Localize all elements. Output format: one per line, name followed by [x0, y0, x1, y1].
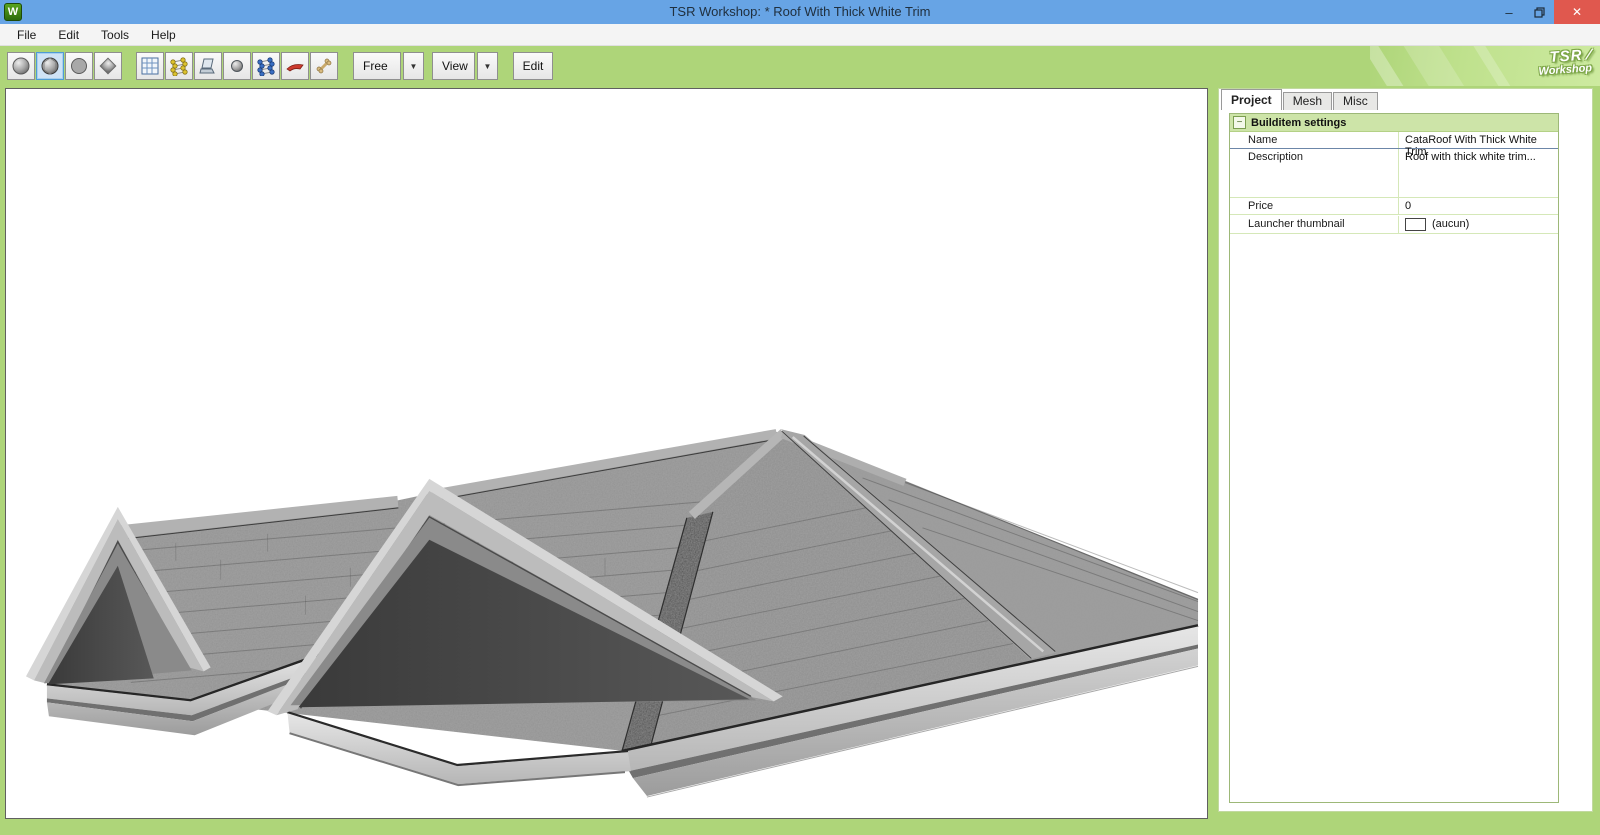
camera-mode-dropdown[interactable]: Free ▼ — [353, 52, 424, 80]
price-value[interactable]: 0 — [1398, 198, 1558, 214]
thumbnail-none-text: (aucun) — [1432, 218, 1470, 230]
description-label: Description — [1248, 151, 1304, 163]
builditem-property-grid: − Builditem settings Name CataRoof With … — [1229, 113, 1559, 803]
toolbar-small-sphere-button[interactable] — [223, 52, 251, 80]
price-label: Price — [1248, 200, 1274, 212]
launcher-thumbnail-value[interactable]: (aucun) — [1398, 215, 1558, 233]
menubar: File Edit Tools Help — [0, 24, 1600, 46]
row-price: Price 0 — [1230, 198, 1558, 215]
launcher-thumbnail-label: Launcher thumbnail — [1248, 218, 1345, 230]
tab-misc[interactable]: Misc — [1333, 92, 1378, 110]
tsr-workshop-logo: TSR ∕ Workshop — [1370, 46, 1600, 86]
toolbar-lattice-yellow-button[interactable] — [165, 52, 193, 80]
properties-panel: Project Mesh Misc − Builditem settings N… — [1218, 88, 1593, 812]
name-value[interactable]: CataRoof With Thick White Trim — [1398, 132, 1558, 158]
toolbar-bone-button[interactable] — [310, 52, 338, 80]
diamond-icon — [99, 57, 117, 75]
row-name: Name CataRoof With Thick White Trim — [1230, 132, 1558, 158]
sphere-flat-icon — [71, 58, 87, 74]
sphere-smooth-icon — [12, 57, 30, 75]
toolbar: Free ▼ View ▼ Edit — [0, 46, 1600, 86]
camera-mode-value[interactable]: Free — [353, 52, 401, 80]
name-label: Name — [1248, 134, 1278, 146]
restore-icon — [1533, 6, 1545, 18]
view-arrow[interactable]: ▼ — [477, 52, 498, 80]
close-button[interactable]: ✕ — [1554, 0, 1600, 24]
sphere-shaded-icon — [41, 57, 59, 75]
menu-file[interactable]: File — [6, 24, 47, 46]
toolbar-sphere-flat-button[interactable] — [65, 52, 93, 80]
row-launcher-thumbnail: Launcher thumbnail (aucun) — [1230, 215, 1558, 234]
menu-tools[interactable]: Tools — [90, 24, 140, 46]
lattice-blue-icon — [257, 57, 275, 76]
lattice-yellow-icon — [170, 57, 188, 76]
tab-project[interactable]: Project — [1221, 89, 1282, 110]
builditem-settings-header: − Builditem settings — [1230, 114, 1558, 132]
roof-3d-render — [25, 429, 1199, 798]
small-sphere-icon — [231, 60, 243, 72]
grid-icon — [141, 57, 159, 75]
menu-edit[interactable]: Edit — [47, 24, 90, 46]
toolbar-diamond-button[interactable] — [94, 52, 122, 80]
description-value[interactable]: Roof with thick white trim... — [1398, 149, 1558, 197]
camera-mode-arrow[interactable]: ▼ — [403, 52, 424, 80]
edit-button[interactable]: Edit — [513, 52, 553, 80]
collapse-toggle[interactable]: − — [1233, 116, 1246, 129]
toolbar-roof-piece-button[interactable] — [281, 52, 309, 80]
panel-tabs: Project Mesh Misc — [1221, 89, 1379, 110]
bone-icon — [316, 58, 332, 74]
titlebar[interactable]: W TSR Workshop: * Roof With Thick White … — [0, 0, 1600, 24]
toolbar-laptop-button[interactable] — [194, 52, 222, 80]
row-description: Description Roof with thick white trim..… — [1230, 149, 1558, 198]
thumbnail-box[interactable] — [1405, 217, 1426, 231]
tab-mesh[interactable]: Mesh — [1282, 92, 1333, 110]
view-dropdown[interactable]: View ▼ — [432, 52, 498, 80]
toolbar-grid-button[interactable] — [136, 52, 164, 80]
logo-line2: Workshop — [1538, 62, 1593, 78]
toolbar-lattice-blue-button[interactable] — [252, 52, 280, 80]
minimize-button[interactable]: – — [1494, 0, 1524, 24]
menu-help[interactable]: Help — [140, 24, 187, 46]
toolbar-sphere-shaded-button[interactable] — [36, 52, 64, 80]
viewport-3d[interactable] — [5, 88, 1208, 819]
laptop-icon — [199, 58, 215, 74]
roof-piece-red-icon — [286, 64, 304, 72]
restore-button[interactable] — [1524, 0, 1554, 24]
window-title: TSR Workshop: * Roof With Thick White Tr… — [669, 4, 931, 19]
view-value[interactable]: View — [432, 52, 475, 80]
app-window: W TSR Workshop: * Roof With Thick White … — [0, 0, 1600, 835]
toolbar-sphere-smooth-button[interactable] — [7, 52, 35, 80]
builditem-settings-title: Builditem settings — [1251, 116, 1347, 129]
